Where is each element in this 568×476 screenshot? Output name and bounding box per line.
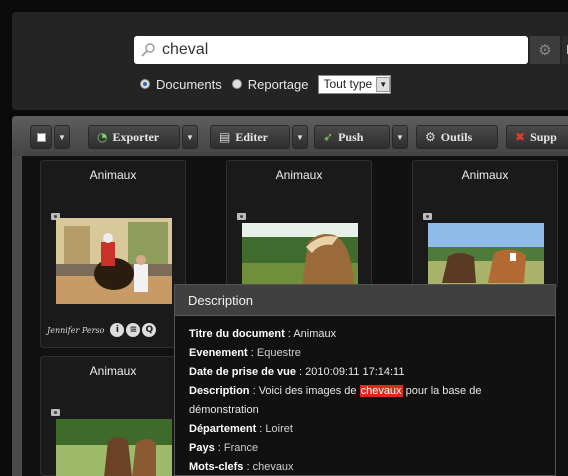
field-value: France [223,442,259,454]
author-signature: Jennifer Perso [47,325,105,335]
field-value: 2010:09:11 17:14:11 [305,366,405,378]
list-icon[interactable]: ≡ [126,323,141,337]
tooltip-header: Description [175,285,555,316]
reportage-radio[interactable] [231,79,242,89]
field-value: démonstration [189,404,259,416]
field-label: Evenement [189,347,248,359]
outils-label: Outils [440,129,473,144]
photo-type-icon [51,409,60,416]
field-mots-clefs: Mots-clefs : chevaux [189,461,294,473]
field-label: Date de prise de vue [189,366,296,378]
chevron-down-icon: ▼ [396,132,404,142]
thumbnail-image [428,223,544,287]
field-pays: Pays : France [189,442,259,454]
field-value: chevaux [252,461,294,473]
checkbox-icon [36,132,46,142]
gear-icon: ⚙ [538,42,552,59]
chevron-down-icon: ▼ [376,76,391,92]
editer-label: Editer [235,129,269,144]
photo-type-icon [423,213,432,220]
field-value: Animaux [293,328,337,340]
editer-button[interactable]: ▤ Editer [210,125,290,149]
edit-icon: ▤ [219,130,231,144]
thumbnail[interactable] [56,218,172,304]
field-description: Description : Voici des images de chevau… [189,385,482,397]
supprimer-button[interactable]: ✖ Supp [506,125,568,149]
card-title: Animaux [461,168,509,182]
chevron-down-icon: ▼ [296,132,304,142]
card-title: Animaux [89,364,137,378]
editer-dropdown-button[interactable]: ▼ [292,125,308,149]
push-icon: ➶ [323,130,334,144]
push-button[interactable]: ➶ Push [314,125,390,149]
search-highlight: chevaux [359,385,403,397]
toolbar: ▼ ◔ Exporter ▼ ▤ Editer ▼ ➶ Push ▼ ⚙ Out… [12,116,568,156]
gear-icon: ⚙ [425,130,436,144]
field-evenement: Evenement : Equestre [189,347,301,359]
outils-button[interactable]: ⚙ Outils [416,125,498,149]
field-value: Equestre [256,347,301,359]
push-label: Push [338,129,364,144]
card-meta: Jennifer Perso i ≡ Q [47,323,158,337]
reportage-radio-label[interactable]: Reportage [248,77,309,92]
result-card[interactable]: Animaux [40,356,186,476]
thumbnail-image [56,419,172,476]
search-icon [141,43,155,57]
exporter-label: Exporter [112,129,160,144]
zoom-icon[interactable]: Q [142,323,157,337]
field-description-cont: démonstration [189,401,555,420]
thumbnail-image [56,218,172,304]
supprimer-label: Supp [530,129,557,144]
field-titre: Titre du document : Animaux [189,328,337,340]
search-panel: ⚙ F Documents Reportage Tout type ▼ [12,12,568,110]
export-icon: ◔ [97,130,108,144]
field-value: Loiret [265,423,293,435]
result-card[interactable]: Animaux [412,160,558,288]
field-label: Mots-clefs [189,461,244,473]
info-icon[interactable]: i [110,323,125,337]
documents-radio[interactable] [140,79,150,89]
field-label: Pays [189,442,215,454]
documents-radio-label[interactable]: Documents [156,77,222,92]
photo-type-icon [237,213,246,220]
chevron-down-icon: ▼ [58,132,66,142]
thumbnail[interactable] [242,223,358,287]
card-title: Animaux [89,168,137,182]
exporter-dropdown-button[interactable]: ▼ [182,125,198,149]
field-label: Département [189,423,257,435]
result-card[interactable]: Animaux [226,160,372,288]
select-all-checkbox[interactable] [30,125,52,149]
result-card[interactable]: Animaux Jennifer Perso i ≡ Q [40,160,186,348]
type-select[interactable]: Tout type ▼ [318,74,392,94]
search-box[interactable] [134,36,528,64]
delete-icon: ✖ [515,130,526,144]
push-dropdown-button[interactable]: ▼ [392,125,408,149]
description-tooltip: Description Titre du document : Animaux … [174,284,556,476]
field-label: Titre du document [189,328,285,340]
search-input[interactable] [162,39,522,61]
field-value: Voici des images de [258,385,360,397]
exporter-button[interactable]: ◔ Exporter [88,125,180,149]
thumbnail-image [242,223,358,287]
field-departement: Département : Loiret [189,423,293,435]
tooltip-body: Titre du document : Animaux Evenement : … [175,316,555,476]
search-submit-button[interactable]: F [562,36,568,64]
card-title: Animaux [275,168,323,182]
field-label: Description [189,385,250,397]
thumbnail[interactable] [56,419,172,476]
scope-filter: Documents Reportage Tout type ▼ [140,74,392,94]
field-date: Date de prise de vue : 2010:09:11 17:14:… [189,366,405,378]
type-select-value: Tout type [323,77,373,91]
select-dropdown-button[interactable]: ▼ [54,125,70,149]
chevron-down-icon: ▼ [186,132,194,142]
field-value: pour la base de [402,385,482,397]
thumbnail[interactable] [428,223,544,287]
search-options-button[interactable]: ⚙ [530,36,560,64]
